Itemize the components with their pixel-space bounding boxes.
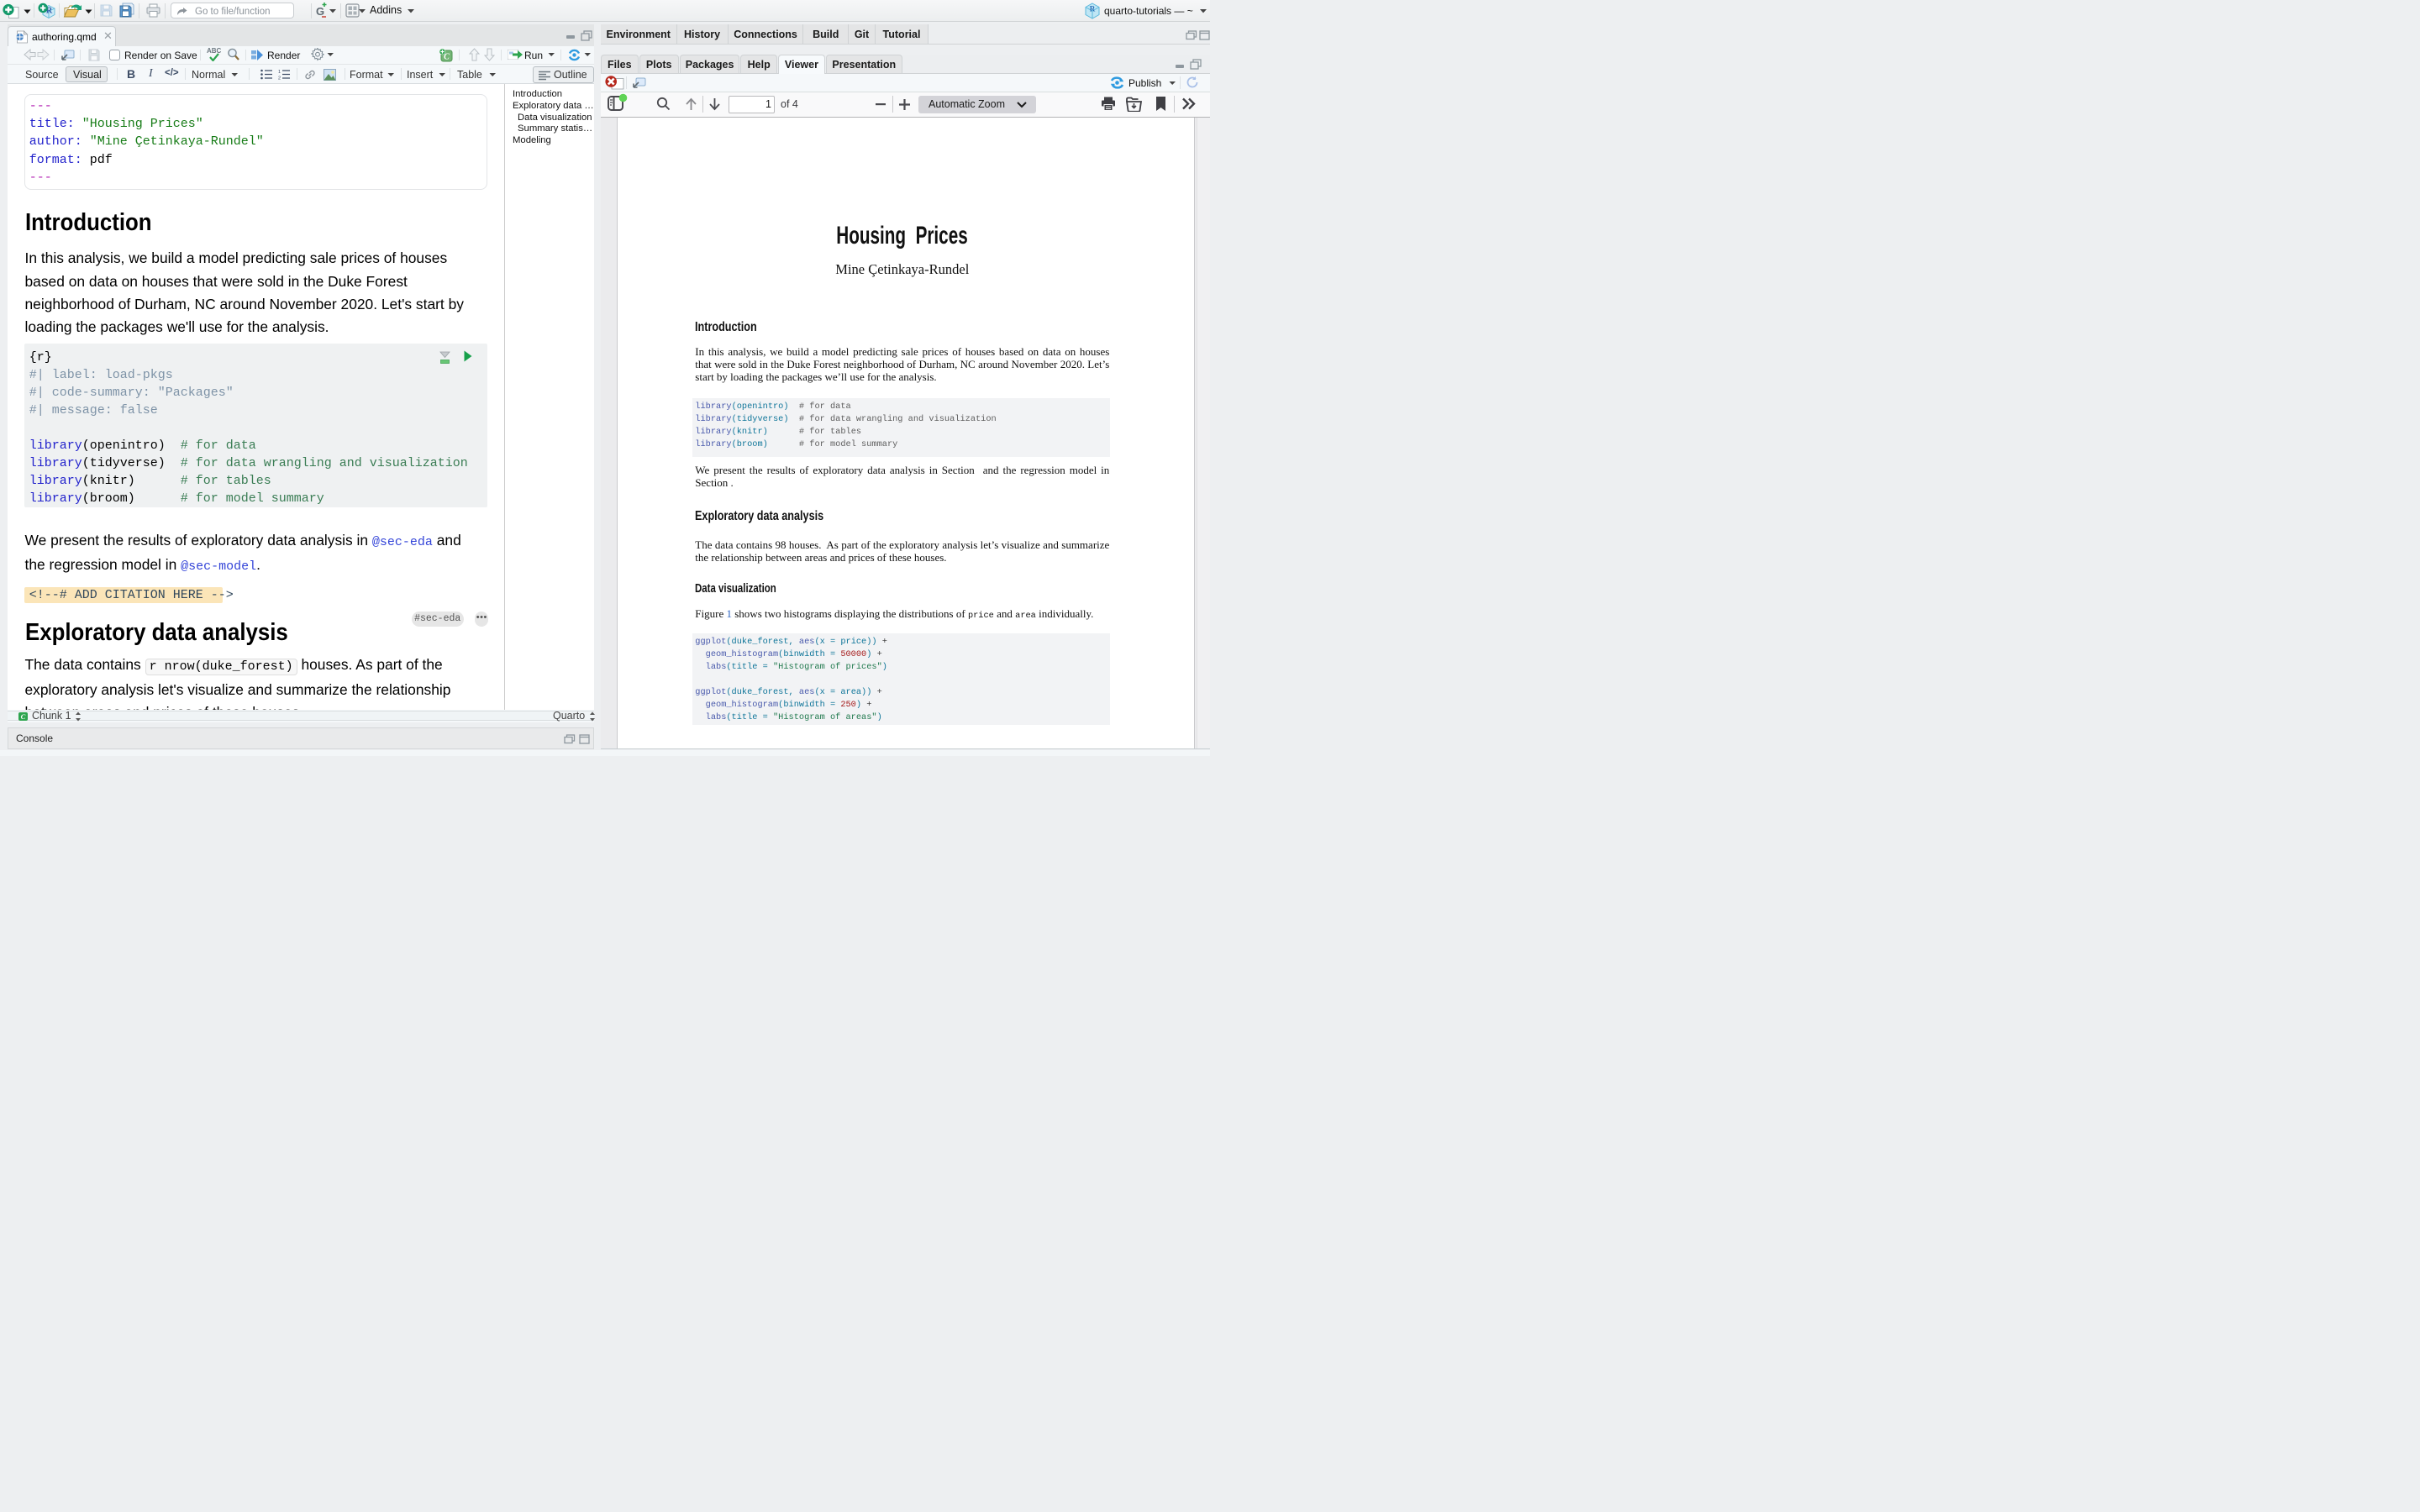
- svg-text:G: G: [316, 5, 324, 18]
- svg-text:2: 2: [278, 76, 281, 81]
- svg-text:1: 1: [278, 70, 281, 75]
- svg-text:R: R: [1090, 5, 1096, 13]
